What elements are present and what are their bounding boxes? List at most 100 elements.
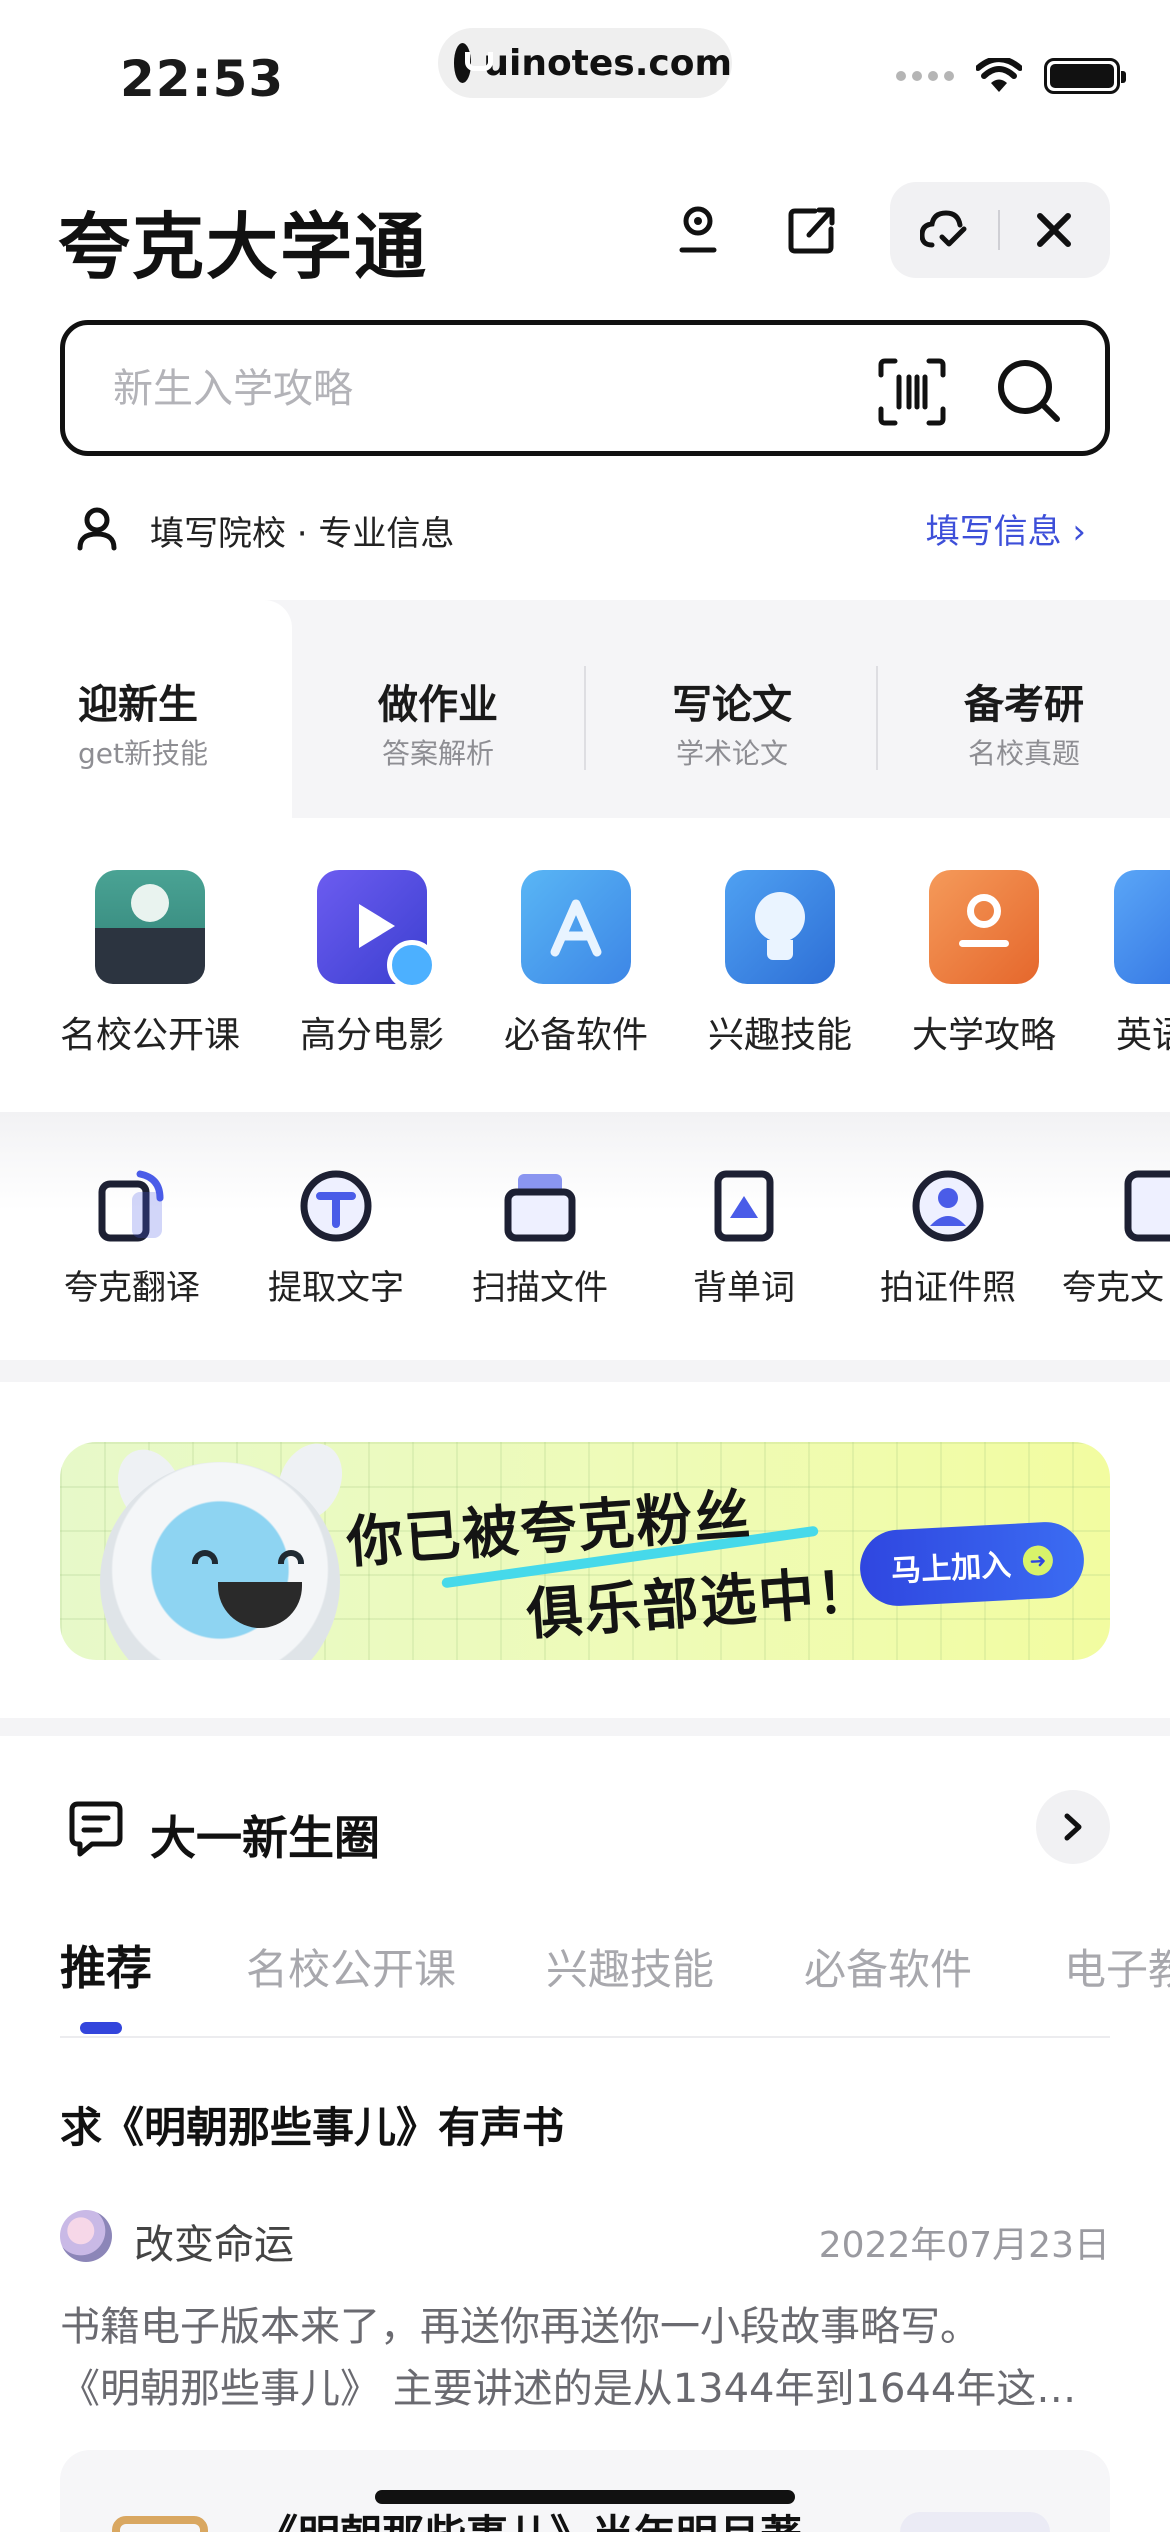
chat-bubble-icon xyxy=(68,1800,124,1858)
feature-grid: 名校公开课 高分电影 必备软件 兴趣技能 大学攻略 英语 xyxy=(0,870,1170,1070)
tab-thesis[interactable]: 写论文 学术论文 xyxy=(586,600,878,818)
tab-recommended[interactable]: 推荐 xyxy=(60,1932,152,1998)
cta-label: 马上加入 xyxy=(890,1547,1013,1590)
tab-homework[interactable]: 做作业 答案解析 xyxy=(292,600,584,818)
vocabulary-icon xyxy=(706,1168,782,1244)
feature-movies[interactable]: 高分电影 xyxy=(272,870,472,1058)
circle-title: 大一新生圈 xyxy=(150,1811,380,1865)
tool-label: 夸克文 xyxy=(1062,1268,1164,1308)
feature-software[interactable]: 必备软件 xyxy=(476,870,676,1058)
post-date: 2022年07月23日 xyxy=(818,2225,1110,2266)
post-body[interactable]: 书籍电子版本来了，再送你再送你一小段故事略写。 《明朝那些事儿》 主要讲述的是从… xyxy=(60,2296,1110,2420)
avatar[interactable] xyxy=(60,2210,112,2262)
tool-label: 背单词 xyxy=(693,1268,795,1308)
battery-icon xyxy=(1044,58,1126,94)
feature-label: 大学攻略 xyxy=(911,1015,1056,1056)
tab-subtitle: 名校真题 xyxy=(967,737,1080,770)
feature-guide[interactable]: 大学攻略 xyxy=(884,870,1084,1058)
share-icon[interactable] xyxy=(780,198,844,262)
tab-title: 迎新生 xyxy=(78,682,198,728)
attachment-action-button[interactable] xyxy=(900,2512,1050,2532)
tab-subtitle: get新技能 xyxy=(78,737,208,770)
active-tab-indicator xyxy=(80,2022,122,2034)
close-icon[interactable] xyxy=(1000,212,1108,248)
movie-play-icon xyxy=(317,870,437,990)
mini-program-capsule xyxy=(890,182,1110,278)
tool-vocabulary[interactable]: 背单词 xyxy=(654,1168,834,1309)
tab-software[interactable]: 必备软件 xyxy=(804,1936,972,1997)
tool-id-photo[interactable]: 拍证件照 xyxy=(858,1168,1038,1309)
tool-label: 拍证件照 xyxy=(880,1268,1016,1308)
feature-label: 兴趣技能 xyxy=(707,1015,852,1056)
book-icon xyxy=(112,2516,208,2532)
promo-banner[interactable]: 你已被夸克粉丝 俱乐部选中！ 马上加入 ➜ xyxy=(60,1442,1110,1660)
join-now-button[interactable]: 马上加入 ➜ xyxy=(858,1520,1086,1608)
tab-title: 备考研 xyxy=(964,682,1084,728)
search-bar xyxy=(60,320,1110,456)
quark-doc-icon xyxy=(1122,1168,1170,1244)
profile-strip[interactable]: 填写院校 · 专业信息 填写信息 › xyxy=(0,470,1170,590)
status-bar: 22:53 uinotes.com xyxy=(0,0,1170,140)
tool-extract-text[interactable]: 提取文字 xyxy=(246,1168,426,1309)
user-icon xyxy=(76,506,118,552)
tab-postgrad[interactable]: 备考研 名校真题 xyxy=(878,600,1170,818)
tab-open-course[interactable]: 名校公开课 xyxy=(246,1936,456,1997)
feature-label: 英语 xyxy=(1116,1015,1170,1056)
category-tabs: 迎新生 get新技能 做作业 答案解析 写论文 学术论文 备考研 名校真题 xyxy=(0,600,1170,818)
person-icon[interactable] xyxy=(666,198,730,262)
feature-skills[interactable]: 兴趣技能 xyxy=(680,870,880,1058)
tab-welcome[interactable]: 迎新生 get新技能 xyxy=(40,600,250,818)
search-input[interactable] xyxy=(113,351,893,427)
cellular-signal-icon xyxy=(896,71,954,81)
tool-translate[interactable]: 夸克翻译 xyxy=(42,1168,222,1309)
tab-subtitle: 学术论文 xyxy=(675,737,788,770)
guide-book-icon xyxy=(929,870,1039,984)
tabs-underline xyxy=(60,2036,1110,2038)
profile-prompt: 填写院校 · 专业信息 xyxy=(150,514,455,554)
circle-header: 大一新生圈 xyxy=(0,1780,1170,1880)
url-pill[interactable]: uinotes.com xyxy=(438,28,732,98)
status-time: 22:53 xyxy=(120,50,285,108)
site-logo-icon xyxy=(454,43,494,83)
tool-grid: 夸克翻译 提取文字 扫描文件 背单词 拍证件照 夸克文 xyxy=(0,1112,1170,1358)
bulb-brain-icon xyxy=(725,870,835,984)
scan-barcode-icon[interactable] xyxy=(877,357,947,427)
post-body-line: 《明朝那些事儿》 主要讲述的是从1344年到1644年这… xyxy=(60,2366,1077,2412)
attachment-title: 《明朝那些事儿》当年明月著 xyxy=(256,2502,802,2532)
cloud-check-icon[interactable] xyxy=(890,209,998,251)
feature-open-course[interactable]: 名校公开课 xyxy=(50,870,250,1058)
extract-text-icon xyxy=(298,1168,374,1244)
page-title: 夸克大学通 xyxy=(58,205,429,289)
feature-english[interactable]: 英语 xyxy=(1088,870,1170,1058)
feature-label: 必备软件 xyxy=(503,1015,648,1056)
section-divider xyxy=(0,1360,1170,1382)
english-icon xyxy=(1114,870,1170,984)
home-indicator[interactable] xyxy=(375,2490,795,2504)
post-author[interactable]: 改变命运 xyxy=(134,2212,294,2270)
lecture-podium-icon xyxy=(95,870,205,984)
status-indicators xyxy=(896,58,1126,94)
feature-label: 高分电影 xyxy=(299,1015,444,1056)
post-meta: 改变命运 2022年07月23日 xyxy=(60,2206,1110,2268)
tool-label: 扫描文件 xyxy=(472,1268,608,1308)
tool-quark-doc[interactable]: 夸克文 xyxy=(1062,1168,1170,1309)
tab-ebook[interactable]: 电子教 xyxy=(1064,1936,1170,1997)
fill-info-link[interactable]: 填写信息 › xyxy=(926,504,1086,553)
url-text: uinotes.com xyxy=(483,42,732,84)
tab-title: 做作业 xyxy=(378,682,498,728)
post-body-line: 书籍电子版本来了，再送你再送你一小段故事略写。 xyxy=(60,2304,980,2350)
id-photo-icon xyxy=(910,1168,986,1244)
circle-tabs: 推荐 名校公开课 兴趣技能 必备软件 电子教 xyxy=(0,1928,1170,2038)
tool-label: 夸克翻译 xyxy=(64,1268,200,1308)
chevron-right-icon[interactable] xyxy=(1036,1790,1110,1864)
wifi-icon xyxy=(976,58,1022,92)
tab-subtitle: 答案解析 xyxy=(381,737,494,770)
app-store-icon xyxy=(521,870,631,984)
search-icon[interactable] xyxy=(991,353,1067,429)
arrow-right-icon: ➜ xyxy=(1022,1544,1054,1577)
tool-scan-file[interactable]: 扫描文件 xyxy=(450,1168,630,1309)
post-title[interactable]: 求《明朝那些事儿》有声书 xyxy=(60,2094,564,2155)
tab-skills[interactable]: 兴趣技能 xyxy=(546,1936,714,1997)
feature-label: 名校公开课 xyxy=(59,1015,240,1056)
section-divider xyxy=(0,1718,1170,1736)
